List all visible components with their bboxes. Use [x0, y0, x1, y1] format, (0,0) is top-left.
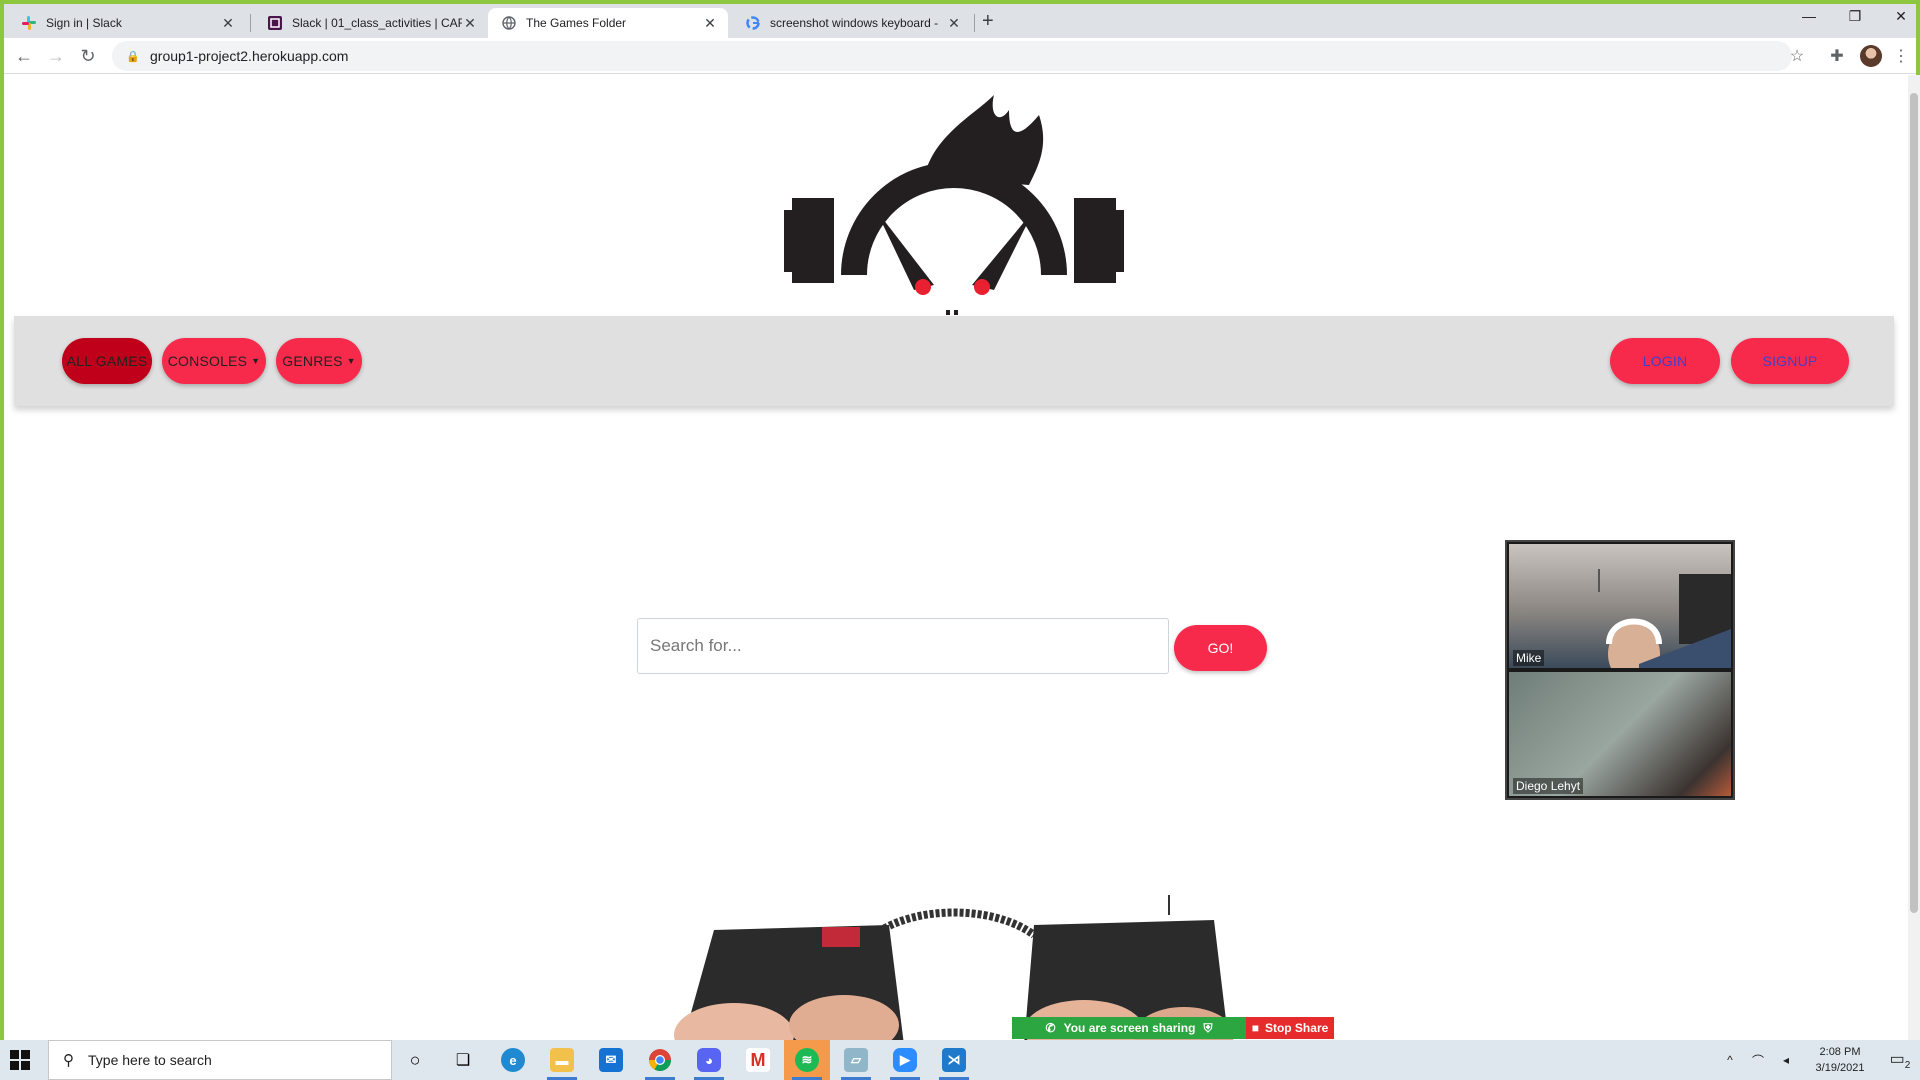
chrome-icon[interactable]: [637, 1040, 683, 1080]
close-window-icon[interactable]: ✕: [1886, 8, 1916, 25]
tab-strip: Sign in | Slack ✕ Slack | 01_class_activ…: [4, 4, 1916, 38]
back-icon[interactable]: ←: [12, 44, 36, 68]
volume-icon[interactable]: ◂: [1774, 1053, 1798, 1067]
clock-time: 2:08 PM: [1819, 1046, 1861, 1058]
meeting-video-panel[interactable]: Mike Diego Lehyt: [1505, 540, 1735, 800]
participant-name: Mike: [1513, 650, 1545, 666]
caret-down-icon: ▼: [346, 356, 356, 366]
restore-icon[interactable]: ❐: [1840, 8, 1870, 25]
zoom-icon[interactable]: ▶: [882, 1040, 928, 1080]
close-tab-icon[interactable]: ✕: [946, 15, 962, 32]
extensions-icon[interactable]: ✚: [1826, 46, 1848, 68]
participant-name: Diego Lehyt: [1513, 778, 1584, 794]
gmail-icon[interactable]: M: [735, 1040, 781, 1080]
close-tab-icon[interactable]: ✕: [462, 15, 478, 32]
page-scrollbar[interactable]: [1908, 75, 1920, 1044]
tab-slack-signin[interactable]: Sign in | Slack ✕: [8, 8, 246, 38]
clock-date: 3/19/2021: [1815, 1062, 1865, 1074]
search-icon: ⚲: [63, 1052, 74, 1069]
forward-icon[interactable]: →: [44, 44, 68, 68]
close-tab-icon[interactable]: ✕: [220, 15, 236, 32]
signup-button[interactable]: SIGNUP: [1731, 338, 1849, 384]
consoles-dropdown[interactable]: CONSOLES ▼: [162, 338, 266, 384]
globe-icon: [502, 16, 516, 30]
discord-icon[interactable]: ◕: [686, 1040, 732, 1080]
video-tile-diego[interactable]: Diego Lehyt: [1509, 672, 1731, 796]
minimize-icon[interactable]: —: [1794, 8, 1824, 24]
files-icon[interactable]: ▱: [833, 1040, 879, 1080]
vscode-icon[interactable]: ⋊: [931, 1040, 977, 1080]
wifi-icon[interactable]: ⌒: [1746, 1052, 1770, 1069]
close-tab-icon[interactable]: ✕: [702, 15, 718, 32]
lock-icon: 🔒: [126, 50, 140, 63]
reload-icon[interactable]: ↻: [76, 44, 100, 68]
url-text: group1-project2.herokuapp.com: [150, 48, 349, 64]
genres-label: GENRES: [282, 353, 343, 369]
profile-avatar[interactable]: [1860, 45, 1882, 67]
tab-google-search[interactable]: screenshot windows keyboard - ✕: [732, 8, 972, 38]
browser-menu-icon[interactable]: ⋮: [1890, 46, 1912, 68]
login-button[interactable]: LOGIN: [1610, 338, 1720, 384]
login-label: LOGIN: [1642, 353, 1688, 369]
search-input[interactable]: [637, 618, 1169, 674]
tab-slack-channel[interactable]: Slack | 01_class_activities | CARL- ✕: [254, 8, 488, 38]
stop-icon: ■: [1251, 1021, 1259, 1035]
all-games-button[interactable]: ALL GAMES: [62, 338, 152, 384]
windows-start-icon[interactable]: [10, 1050, 30, 1070]
screen-share-bar: ✆ You are screen sharing ⛨ ■ Stop Share: [1012, 1017, 1334, 1039]
taskbar-search[interactable]: ⚲ Type here to search: [48, 1040, 392, 1080]
genres-dropdown[interactable]: GENRES ▼: [276, 338, 362, 384]
new-tab-button[interactable]: +: [982, 10, 994, 33]
tab-games-folder[interactable]: The Games Folder ✕: [488, 8, 728, 38]
file-explorer-icon[interactable]: ▬: [539, 1040, 585, 1080]
chevron-up-icon[interactable]: ^: [1718, 1053, 1742, 1067]
phone-icon: ✆: [1045, 1021, 1056, 1035]
go-button[interactable]: GO!: [1174, 625, 1267, 671]
share-status-label: You are screen sharing: [1063, 1021, 1196, 1035]
tab-title: Sign in | Slack: [46, 16, 122, 30]
windows-taskbar: ⚲ Type here to search ○ ❏ e ▬ ✉ ◕ M ≋ ▱ …: [0, 1040, 1920, 1080]
tab-title: screenshot windows keyboard -: [770, 16, 939, 30]
share-status[interactable]: ✆ You are screen sharing ⛨: [1012, 1017, 1246, 1039]
spotify-icon[interactable]: ≋: [784, 1040, 830, 1080]
task-view-icon[interactable]: ❏: [440, 1040, 486, 1080]
address-bar[interactable]: 🔒 group1-project2.herokuapp.com: [112, 41, 1792, 71]
shield-icon: ⛨: [1203, 1020, 1213, 1035]
site-navbar: ALL GAMES CONSOLES ▼ GENRES ▼ LOGIN SIGN…: [14, 316, 1894, 406]
site-logo[interactable]: [784, 75, 1124, 315]
notification-count: 2: [1904, 1060, 1911, 1072]
notification-center-icon[interactable]: ▭2: [1880, 1049, 1920, 1071]
stop-share-label: Stop Share: [1264, 1021, 1329, 1035]
all-games-label: ALL GAMES: [66, 353, 148, 369]
tab-title: Slack | 01_class_activities | CARL-: [292, 16, 462, 30]
video-tile-mike[interactable]: Mike: [1509, 544, 1731, 668]
clock[interactable]: 2:08 PM 3/19/2021: [1800, 1044, 1880, 1076]
stop-share-button[interactable]: ■ Stop Share: [1246, 1017, 1334, 1039]
tab-title: The Games Folder: [526, 16, 627, 30]
taskbar-search-placeholder: Type here to search: [88, 1052, 212, 1068]
caret-down-icon: ▼: [251, 356, 261, 366]
slack-icon: [22, 16, 36, 30]
mail-icon[interactable]: ✉: [588, 1040, 634, 1080]
edge-icon[interactable]: e: [490, 1040, 536, 1080]
cortana-icon[interactable]: ○: [392, 1040, 438, 1080]
consoles-label: CONSOLES: [167, 353, 248, 369]
browser-toolbar: ← → ↻ 🔒 group1-project2.herokuapp.com ☆ …: [4, 38, 1916, 74]
browser-window: Sign in | Slack ✕ Slack | 01_class_activ…: [0, 0, 1920, 1044]
bookmark-star-icon[interactable]: ☆: [1786, 46, 1808, 68]
system-tray: ^ ⌒ ◂ 2:08 PM 3/19/2021 ▭2: [1716, 1040, 1920, 1080]
signup-label: SIGNUP: [1762, 353, 1818, 369]
google-icon: [746, 16, 760, 30]
scrollbar-thumb[interactable]: [1910, 93, 1918, 913]
slack-workspace-icon: [268, 16, 282, 30]
